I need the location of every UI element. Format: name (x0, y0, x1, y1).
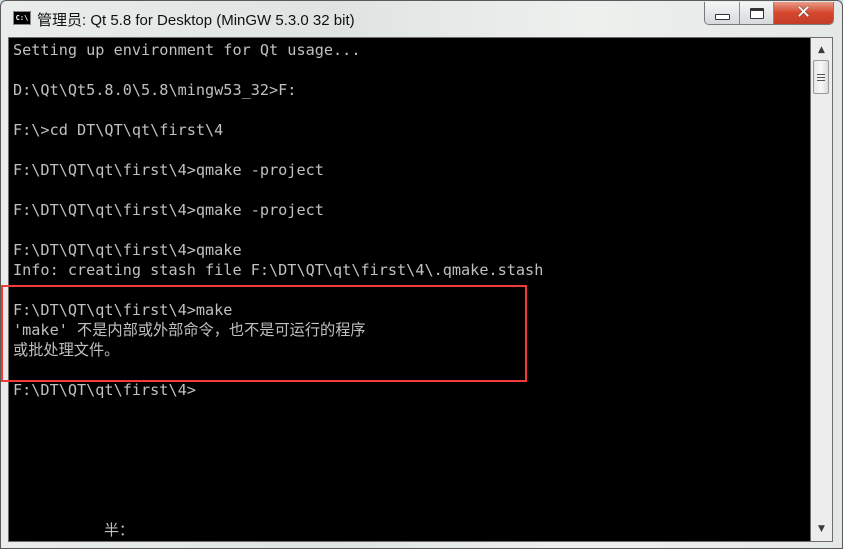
scroll-up-arrow-icon[interactable]: ▲ (811, 41, 832, 59)
error-highlight-box (1, 285, 527, 382)
scroll-down-arrow-icon[interactable]: ▼ (811, 520, 832, 538)
maximize-icon (749, 7, 764, 19)
vertical-scrollbar[interactable]: ▲ ▼ (811, 37, 833, 542)
grip-line (817, 73, 825, 75)
grip-line (817, 76, 825, 78)
maximize-button[interactable] (740, 2, 774, 24)
console-window: C:\ 管理员: Qt 5.8 for Desktop (MinGW 5.3.0… (0, 0, 843, 549)
caption-buttons: ✕ (704, 2, 834, 25)
minimize-icon (714, 14, 730, 20)
scroll-thumb[interactable] (813, 60, 829, 94)
title-bar[interactable]: C:\ 管理员: Qt 5.8 for Desktop (MinGW 5.3.0… (1, 1, 842, 37)
cmd-app-icon[interactable]: C:\ (13, 11, 31, 25)
close-icon: ✕ (795, 2, 812, 23)
window-title: 管理员: Qt 5.8 for Desktop (MinGW 5.3.0 32 … (37, 12, 355, 29)
ime-status: 半： (104, 521, 135, 539)
grip-line (817, 79, 825, 81)
minimize-button[interactable] (705, 2, 740, 24)
close-button[interactable]: ✕ (774, 2, 833, 24)
